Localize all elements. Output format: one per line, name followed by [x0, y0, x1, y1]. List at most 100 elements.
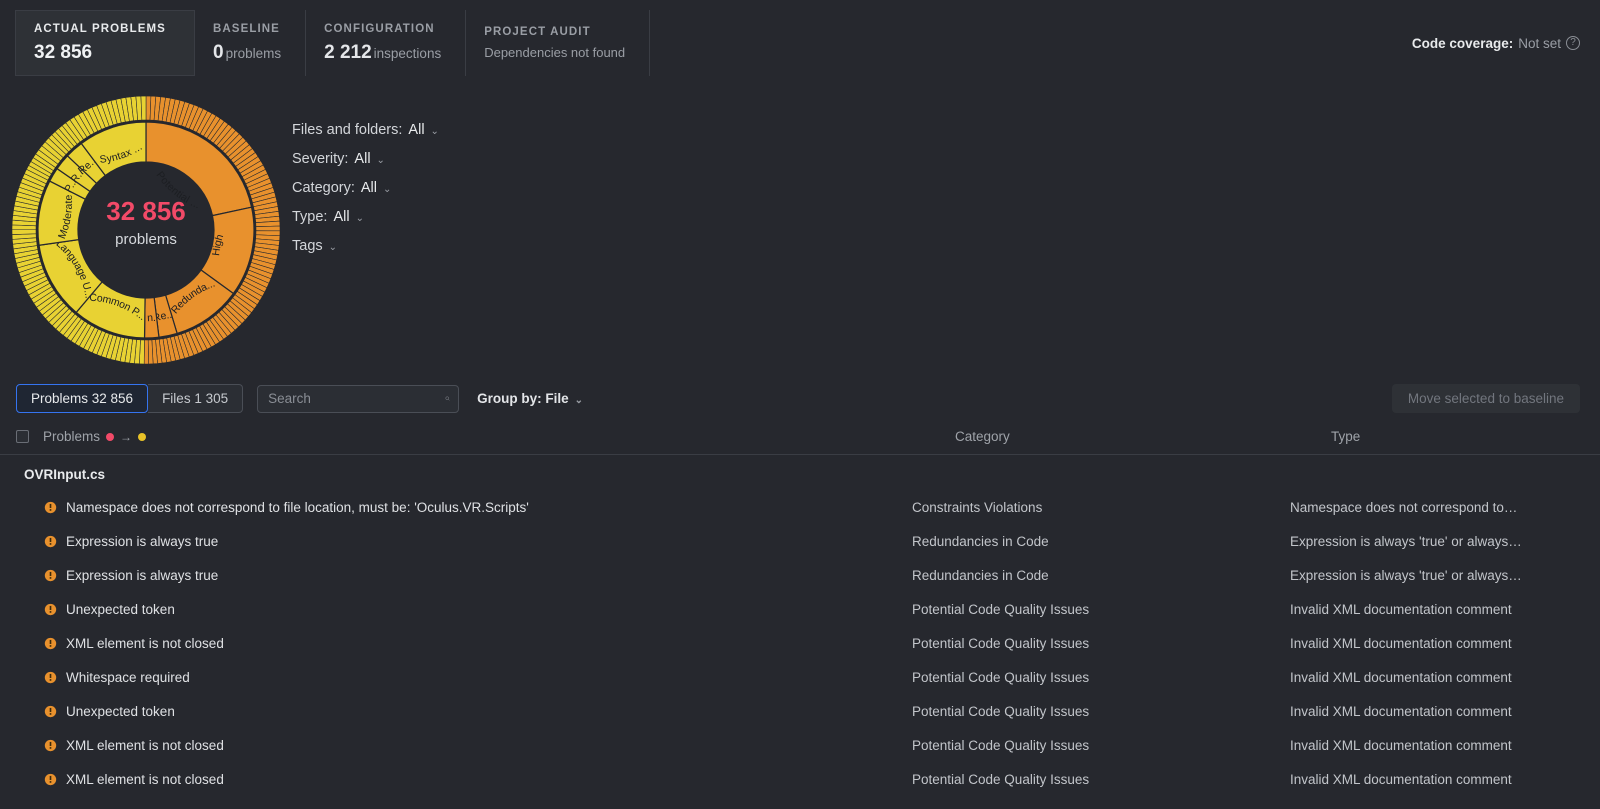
filter-label: Tags — [292, 238, 323, 254]
chevron-down-icon: ⌄ — [383, 184, 392, 195]
results-toolbar: Problems 32 856 Files 1 305 Group by: Fi… — [0, 376, 1600, 423]
filter-category[interactable]: Category: All ⌄ — [292, 180, 391, 196]
column-header-category[interactable]: Category — [955, 429, 1010, 444]
file-group-header[interactable]: OVRInput.cs — [0, 455, 1600, 490]
problem-name-cell: Whitespace required — [0, 670, 190, 685]
summary-card-actual-problems[interactable]: ACTUAL PROBLEMS 32 856 — [15, 10, 195, 76]
group-by-dropdown[interactable]: Group by: File ⌄ — [477, 391, 583, 406]
problem-type: Invalid XML documentation comment — [1290, 771, 1512, 787]
problem-name: Unexpected token — [66, 703, 175, 719]
filter-severity[interactable]: Severity: All ⌄ — [292, 151, 385, 167]
card-title: PROJECT AUDIT — [484, 26, 591, 38]
table-row[interactable]: XML element is not closed Potential Code… — [0, 728, 1600, 762]
arrow-right-icon: → — [120, 429, 133, 444]
filter-label: Severity: — [292, 151, 349, 167]
card-number: 0 — [213, 41, 224, 63]
problem-category: Potential Code Quality Issues — [912, 635, 1090, 651]
card-number: 2 212 — [324, 41, 372, 63]
results-table-body: OVRInput.cs Namespace does not correspon… — [0, 455, 1600, 796]
card-unit: inspections — [373, 45, 442, 61]
problem-rows: Namespace does not correspond to file lo… — [0, 490, 1600, 796]
code-coverage-status: Code coverage: Not set ? — [1412, 36, 1600, 51]
select-all-checkbox[interactable] — [16, 430, 29, 443]
chevron-down-icon: ⌄ — [430, 126, 439, 137]
problem-name: Expression is always true — [66, 567, 219, 583]
filter-label: Category: — [292, 180, 355, 196]
problem-category: Potential Code Quality Issues — [912, 737, 1090, 753]
summary-card-configuration[interactable]: CONFIGURATION 2 212 inspections — [306, 10, 467, 76]
chevron-down-icon: ⌄ — [355, 213, 364, 224]
warning-icon — [44, 773, 57, 785]
table-row[interactable]: Expression is always true Redundancies i… — [0, 524, 1600, 558]
search-box[interactable] — [257, 384, 460, 413]
view-tabs: Problems 32 856 Files 1 305 — [16, 384, 244, 413]
problem-category: Potential Code Quality Issues — [912, 601, 1090, 617]
chart-center-value: 32 856 — [106, 196, 186, 226]
card-title: ACTUAL PROBLEMS — [34, 22, 166, 35]
card-value: 0 problems — [213, 42, 281, 64]
filter-type[interactable]: Type: All ⌄ — [292, 209, 364, 225]
filter-tags[interactable]: Tags ⌄ — [292, 238, 337, 254]
search-input[interactable] — [268, 391, 446, 406]
problems-sunburst-chart[interactable]: Potential ...HighRedunda...Re...Un...Com… — [0, 84, 292, 376]
card-unit: problems — [225, 45, 282, 61]
problem-type: Invalid XML documentation comment — [1290, 601, 1512, 617]
table-row[interactable]: Expression is always true Redundancies i… — [0, 558, 1600, 592]
table-row[interactable]: Namespace does not correspond to file lo… — [0, 490, 1600, 524]
problem-name-cell: Namespace does not correspond to file lo… — [0, 500, 529, 515]
problem-category: Redundancies in Code — [912, 533, 1049, 549]
filter-files-and-folders[interactable]: Files and folders: All ⌄ — [292, 122, 439, 138]
column-header-problems[interactable]: Problems → — [43, 429, 147, 444]
column-label: Problems — [43, 429, 101, 444]
search-icon — [445, 396, 450, 401]
severity-dot-warning — [138, 432, 147, 441]
column-header-type[interactable]: Type — [1331, 429, 1360, 444]
card-value: 32 856 — [34, 42, 170, 64]
filter-label: Files and folders: — [292, 122, 403, 138]
warning-icon — [44, 637, 57, 649]
problem-name: Whitespace required — [66, 669, 190, 685]
tab-problems[interactable]: Problems 32 856 — [16, 384, 149, 413]
summary-card-baseline[interactable]: BASELINE 0 problems — [195, 10, 307, 76]
summary-cards: ACTUAL PROBLEMS 32 856 BASELINE 0 problem… — [0, 0, 1600, 76]
warning-icon — [44, 569, 57, 581]
problem-type: Invalid XML documentation comment — [1290, 737, 1512, 753]
problem-category: Potential Code Quality Issues — [912, 771, 1090, 787]
chevron-down-icon: ⌄ — [328, 242, 338, 253]
filter-value: All — [360, 180, 377, 196]
table-row[interactable]: XML element is not closed Potential Code… — [0, 762, 1600, 796]
table-row[interactable]: XML element is not closed Potential Code… — [0, 626, 1600, 660]
chevron-down-icon: ⌄ — [376, 155, 385, 166]
problem-type: Expression is always 'true' or always… — [1290, 533, 1522, 549]
code-coverage-value: Not set — [1518, 35, 1561, 51]
summary-card-project-audit[interactable]: PROJECT AUDIT Dependencies not found — [466, 10, 651, 76]
table-row[interactable]: Unexpected token Potential Code Quality … — [0, 694, 1600, 728]
filter-controls: Files and folders: All ⌄ Severity: All ⌄… — [292, 84, 439, 376]
warning-icon — [44, 603, 57, 615]
warning-icon — [44, 739, 57, 751]
move-selected-to-baseline-button[interactable]: Move selected to baseline — [1391, 384, 1580, 413]
problem-name-cell: XML element is not closed — [0, 738, 224, 753]
card-title: CONFIGURATION — [324, 22, 435, 35]
problem-name-cell: Expression is always true — [0, 534, 218, 549]
problem-type: Namespace does not correspond to… — [1290, 499, 1518, 515]
problem-name-cell: Expression is always true — [0, 568, 218, 583]
chevron-down-icon: ⌄ — [574, 395, 584, 406]
question-mark-circle-icon[interactable]: ? — [1566, 36, 1580, 50]
problem-type: Invalid XML documentation comment — [1290, 669, 1512, 685]
warning-icon — [44, 671, 57, 683]
problem-category: Potential Code Quality Issues — [912, 669, 1090, 685]
code-coverage-label: Code coverage: — [1411, 35, 1514, 51]
filter-value: All — [333, 209, 350, 225]
filter-value: All — [408, 122, 425, 138]
table-row[interactable]: Unexpected token Potential Code Quality … — [0, 592, 1600, 626]
filter-value: All — [354, 151, 371, 167]
problem-name-cell: Unexpected token — [0, 602, 175, 617]
problem-name-cell: Unexpected token — [0, 704, 175, 719]
table-row[interactable]: Whitespace required Potential Code Quali… — [0, 660, 1600, 694]
problem-category: Redundancies in Code — [912, 567, 1049, 583]
severity-dot-error — [106, 432, 115, 441]
problem-name: Expression is always true — [66, 533, 219, 549]
tab-files[interactable]: Files 1 305 — [148, 384, 244, 413]
problem-name: XML element is not closed — [66, 737, 224, 753]
